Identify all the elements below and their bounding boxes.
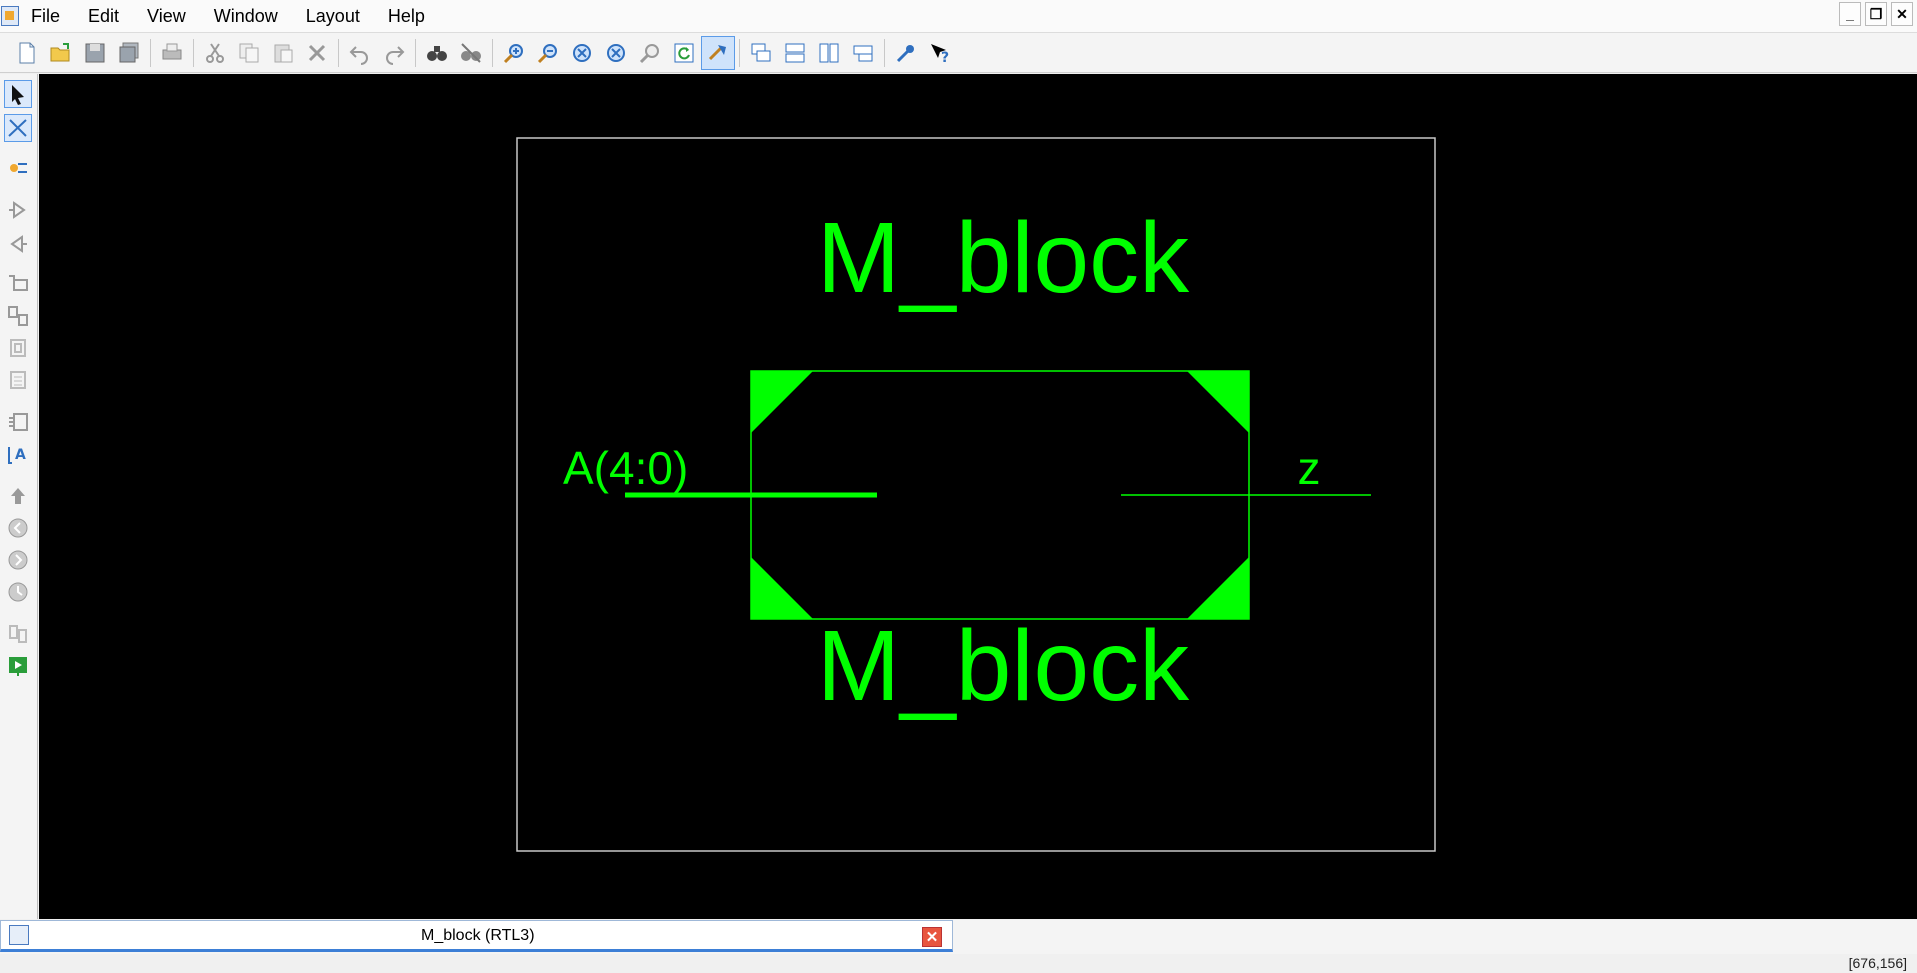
pan-icon[interactable] [701, 35, 735, 70]
find-next-icon[interactable] [454, 36, 488, 70]
document-tab-bar: M_block (RTL3) ✕ [0, 920, 1917, 954]
paste-icon[interactable] [266, 36, 300, 70]
schematic-doc-icon [9, 925, 29, 945]
menu-view[interactable]: View [133, 0, 200, 32]
text-edit-icon[interactable] [4, 408, 32, 436]
cut-icon[interactable] [198, 36, 232, 70]
close-window-button[interactable]: ✕ [1891, 2, 1913, 26]
block-name-bottom: M_block [817, 610, 1190, 722]
save-all-icon[interactable] [112, 36, 146, 70]
find-icon[interactable] [420, 36, 454, 70]
expand-output-icon[interactable] [4, 230, 32, 258]
add-text-icon[interactable]: A [4, 440, 32, 468]
refresh-icon[interactable] [667, 36, 701, 70]
expand-input-icon[interactable] [4, 196, 32, 224]
menu-help[interactable]: Help [374, 0, 439, 32]
menu-bar: File Edit View Window Layout Help _ ❐ ✕ [0, 0, 1917, 33]
back-icon[interactable] [4, 514, 32, 542]
toolbar-separator [884, 38, 885, 67]
tile-vertical-icon[interactable] [812, 36, 846, 70]
delete-icon[interactable] [300, 36, 334, 70]
schematic-canvas[interactable]: M_block M_block A(4:0) z [39, 74, 1917, 919]
main-toolbar: ? [0, 33, 1917, 73]
arrange-windows-icon[interactable] [846, 36, 880, 70]
history-icon[interactable] [4, 578, 32, 606]
zoom-selection-icon[interactable] [633, 36, 667, 70]
cascade-windows-icon[interactable] [744, 36, 778, 70]
menu-file[interactable]: File [25, 0, 74, 32]
new-file-icon[interactable] [10, 36, 44, 70]
add-wire-icon[interactable] [4, 114, 32, 142]
hierarchy-icon[interactable] [4, 334, 32, 362]
forward-icon[interactable] [4, 546, 32, 574]
status-bar: [676,156] [0, 955, 1917, 973]
run-icon[interactable] [4, 652, 32, 680]
toolbar-separator [492, 38, 493, 67]
menu-edit[interactable]: Edit [74, 0, 133, 32]
zoom-in-icon[interactable] [497, 36, 531, 70]
output-port-label: z [1298, 442, 1321, 494]
block-name-top: M_block [817, 202, 1190, 314]
push-into-icon[interactable] [4, 270, 32, 298]
cursor-coordinates: [676,156] [1848, 955, 1907, 971]
copy-icon[interactable] [232, 36, 266, 70]
redo-icon[interactable] [377, 36, 411, 70]
pop-out-icon[interactable] [4, 302, 32, 330]
zoom-full-icon[interactable] [565, 36, 599, 70]
go-up-icon[interactable] [4, 482, 32, 510]
toolbar-separator [193, 38, 194, 67]
svg-text:?: ? [941, 50, 949, 65]
toolbar-separator [338, 38, 339, 67]
save-icon[interactable] [78, 36, 112, 70]
close-tab-button[interactable]: ✕ [922, 927, 942, 947]
menu-window[interactable]: Window [200, 0, 292, 32]
toolbar-separator [150, 38, 151, 67]
zoom-out-icon[interactable] [531, 36, 565, 70]
undo-icon[interactable] [343, 36, 377, 70]
tile-horizontal-icon[interactable] [778, 36, 812, 70]
app-icon [1, 6, 19, 26]
input-port-label: A(4:0) [563, 442, 688, 494]
open-folder-icon[interactable] [44, 36, 78, 70]
options-wrench-icon[interactable] [889, 36, 923, 70]
toolbar-separator [739, 38, 740, 67]
minimize-button[interactable]: _ [1839, 2, 1861, 26]
print-icon[interactable] [155, 36, 189, 70]
properties-icon[interactable] [4, 366, 32, 394]
toolbar-separator [415, 38, 416, 67]
sheets-icon[interactable] [4, 620, 32, 648]
zoom-fit-icon[interactable] [599, 36, 633, 70]
document-tab[interactable]: M_block (RTL3) ✕ [0, 920, 953, 952]
select-arrow-icon[interactable] [4, 80, 32, 108]
menu-layout[interactable]: Layout [292, 0, 374, 32]
svg-text:A: A [15, 447, 26, 463]
document-tab-label: M_block (RTL3) [421, 927, 535, 944]
tool-palette: A [0, 74, 38, 919]
help-icon[interactable]: ? [923, 36, 957, 70]
highlight-icon[interactable] [4, 154, 32, 182]
restore-button[interactable]: ❐ [1865, 2, 1887, 26]
